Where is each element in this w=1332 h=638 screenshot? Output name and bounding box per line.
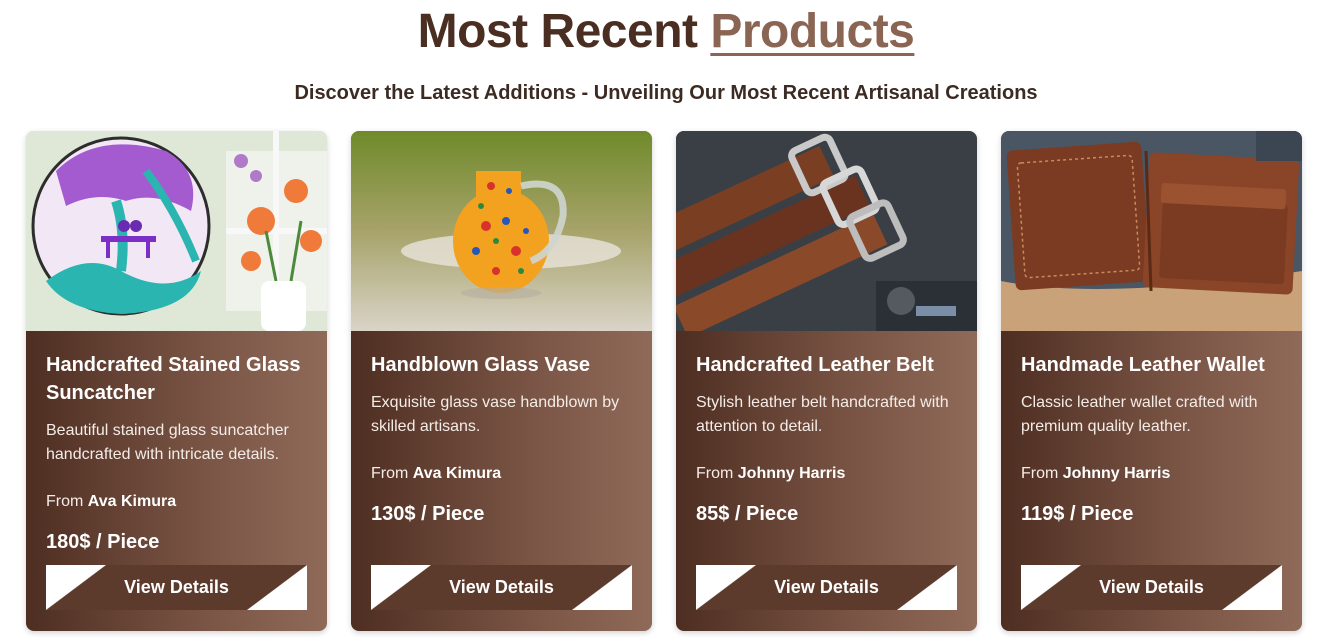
- artisan-name[interactable]: Ava Kimura: [413, 465, 501, 482]
- leather-belt-image[interactable]: [676, 131, 977, 331]
- view-details-label: View Details: [1099, 577, 1204, 597]
- product-title[interactable]: Handmade Leather Wallet: [1021, 351, 1282, 379]
- view-details-button[interactable]: View Details: [371, 565, 632, 610]
- glass-vase-image[interactable]: [351, 131, 652, 331]
- artisan-label: From: [696, 465, 734, 482]
- product-price: 180$ / Piece: [46, 531, 160, 553]
- product-title[interactable]: Handcrafted Stained Glass Suncatcher: [46, 351, 307, 407]
- view-details-button[interactable]: View Details: [1021, 565, 1282, 610]
- section-title-main: Most Recent: [417, 5, 698, 58]
- leather-wallet-image[interactable]: [1001, 131, 1302, 331]
- product-description: Beautiful stained glass suncatcher handc…: [46, 422, 289, 463]
- product-artisan: From Ava Kimura: [371, 465, 632, 483]
- artisan-label: From: [46, 493, 84, 510]
- view-details-label: View Details: [449, 577, 554, 597]
- product-title[interactable]: Handblown Glass Vase: [371, 351, 632, 379]
- artisan-label: From: [371, 465, 409, 482]
- product-card: Handmade Leather Wallet Classic leather …: [1001, 131, 1302, 631]
- section-title-accent: Products: [710, 5, 915, 58]
- artisan-label: From: [1021, 465, 1059, 482]
- product-artisan: From Ava Kimura: [46, 493, 307, 511]
- view-details-label: View Details: [774, 577, 879, 597]
- product-title[interactable]: Handcrafted Leather Belt: [696, 351, 957, 379]
- view-details-button[interactable]: View Details: [46, 565, 307, 610]
- product-price: 85$ / Piece: [696, 503, 799, 525]
- artisan-name[interactable]: Johnny Harris: [738, 465, 846, 482]
- product-price: 119$ / Piece: [1021, 503, 1134, 525]
- view-details-button[interactable]: View Details: [696, 565, 957, 610]
- artisan-name[interactable]: Johnny Harris: [1063, 465, 1171, 482]
- product-card: Handcrafted Stained Glass Suncatcher Bea…: [26, 131, 327, 631]
- product-description: Stylish leather belt handcrafted with at…: [696, 394, 949, 435]
- view-details-label: View Details: [124, 577, 229, 597]
- product-artisan: From Johnny Harris: [696, 465, 957, 483]
- product-card: Handcrafted Leather Belt Stylish leather…: [676, 131, 977, 631]
- product-card: Handblown Glass Vase Exquisite glass vas…: [351, 131, 652, 631]
- product-description: Classic leather wallet crafted with prem…: [1021, 394, 1258, 435]
- section-subtitle: Discover the Latest Additions - Unveilin…: [294, 82, 1038, 104]
- stained-glass-suncatcher-image[interactable]: [26, 131, 327, 331]
- product-price: 130$ / Piece: [371, 503, 485, 525]
- product-artisan: From Johnny Harris: [1021, 465, 1282, 483]
- product-description: Exquisite glass vase handblown by skille…: [371, 394, 620, 435]
- product-grid: Handcrafted Stained Glass Suncatcher Bea…: [26, 131, 1302, 631]
- artisan-name[interactable]: Ava Kimura: [88, 493, 176, 510]
- section-title: Most Recent Products: [0, 0, 1332, 60]
